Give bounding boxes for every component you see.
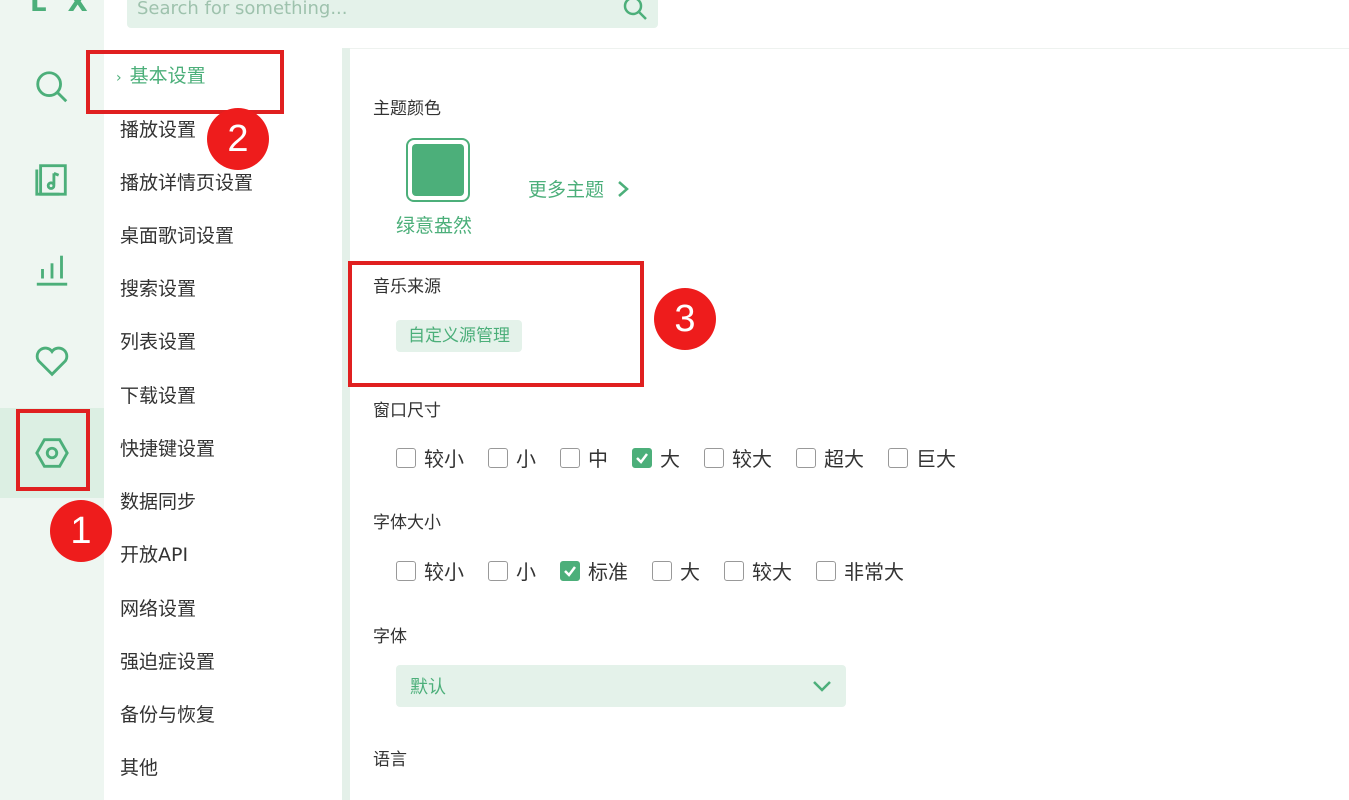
window-size-option[interactable]: 超大: [796, 443, 864, 472]
chevron-right-icon: [618, 180, 629, 197]
option-label: 大: [680, 560, 700, 584]
nav-scrollbar[interactable]: [342, 48, 350, 800]
theme-swatch-fill: [412, 144, 464, 196]
nav-item-play-detail[interactable]: 播放详情页设置: [120, 168, 253, 198]
search-input[interactable]: [137, 0, 622, 19]
checkbox[interactable]: [704, 447, 724, 468]
annotation-box-2: [86, 50, 284, 114]
checkbox[interactable]: [488, 447, 508, 468]
window-size-title: 窗口尺寸: [373, 401, 441, 421]
search-icon[interactable]: [622, 0, 648, 21]
window-size-option-selected[interactable]: 大: [632, 443, 680, 472]
option-label: 较小: [424, 560, 464, 584]
nav-item-list[interactable]: 列表设置: [120, 327, 196, 357]
option-label: 超大: [824, 447, 864, 471]
nav-item-sync[interactable]: 数据同步: [120, 487, 196, 517]
settings-content: 主题颜色 绿意盎然 更多主题 音乐来源 自定义源管理 窗口尺寸 较小 小 中 大…: [352, 48, 1349, 800]
nav-item-play[interactable]: 播放设置: [120, 115, 196, 145]
font-size-title: 字体大小: [373, 513, 441, 533]
window-size-option[interactable]: 小: [488, 443, 536, 472]
font-size-option[interactable]: 小: [488, 556, 536, 585]
checkbox[interactable]: [560, 447, 580, 468]
theme-name: 绿意盎然: [396, 215, 473, 237]
checkbox-checked[interactable]: [632, 447, 652, 468]
option-label: 小: [516, 560, 536, 584]
checkbox[interactable]: [816, 560, 836, 581]
search-icon: [36, 71, 68, 103]
nav-item-hotkey[interactable]: 快捷键设置: [120, 434, 215, 464]
search-bar: [127, 0, 658, 28]
checkbox[interactable]: [888, 447, 908, 468]
font-size-options: 较小 小 标准 大 较大 非常大: [396, 556, 928, 585]
window-size-option[interactable]: 较大: [704, 443, 772, 472]
rail-leaderboard-button[interactable]: [0, 224, 104, 314]
checkbox[interactable]: [396, 447, 416, 468]
more-themes-label: 更多主题: [528, 179, 605, 201]
checkbox[interactable]: [724, 560, 744, 581]
option-label: 小: [516, 447, 536, 471]
nav-item-search[interactable]: 搜索设置: [120, 274, 196, 304]
checkbox[interactable]: [396, 560, 416, 581]
window-size-option[interactable]: 巨大: [888, 443, 956, 472]
rail-songlist-button[interactable]: [0, 134, 104, 224]
check-icon: [636, 452, 648, 464]
theme-swatch-green[interactable]: [406, 138, 470, 202]
option-label: 大: [660, 447, 680, 471]
option-label: 较大: [752, 560, 792, 584]
nav-item-desktop-lyric[interactable]: 桌面歌词设置: [120, 221, 234, 251]
heart-icon: [35, 346, 69, 377]
font-size-option[interactable]: 较小: [396, 556, 464, 585]
annotation-badge-2: 2: [207, 108, 269, 170]
nav-item-open-api[interactable]: 开放API: [120, 540, 188, 570]
font-select-value: 默认: [410, 677, 446, 698]
option-label: 非常大: [844, 560, 904, 584]
font-size-option[interactable]: 大: [652, 556, 700, 585]
font-size-option[interactable]: 较大: [724, 556, 792, 585]
checkbox[interactable]: [652, 560, 672, 581]
option-label: 较大: [732, 447, 772, 471]
rail-love-button[interactable]: [0, 316, 104, 406]
window-size-options: 较小 小 中 大 较大 超大 巨大: [396, 443, 980, 472]
window-size-option[interactable]: 较小: [396, 443, 464, 472]
music-list-icon: [35, 164, 67, 196]
nav-item-download[interactable]: 下载设置: [120, 381, 196, 411]
font-title: 字体: [373, 627, 407, 647]
more-themes-link[interactable]: 更多主题: [528, 175, 630, 202]
option-label: 标准: [588, 560, 628, 584]
font-size-option-selected[interactable]: 标准: [560, 556, 628, 585]
check-icon: [564, 565, 576, 577]
checkbox-checked[interactable]: [560, 560, 580, 581]
annotation-box-1: [16, 409, 90, 491]
app-window: L X Search for something... › 基本设置 播放设置 …: [0, 0, 1349, 800]
icon-rail: L X: [0, 0, 104, 800]
checkbox[interactable]: [796, 447, 816, 468]
font-size-option[interactable]: 非常大: [816, 556, 904, 585]
bar-chart-icon: [36, 255, 68, 286]
annotation-badge-3: 3: [654, 288, 716, 350]
nav-item-backup[interactable]: 备份与恢复: [120, 700, 215, 730]
option-label: 较小: [424, 447, 464, 471]
theme-section-title: 主题颜色: [373, 99, 441, 119]
language-title: 语言: [373, 750, 407, 770]
annotation-badge-1: 1: [50, 500, 112, 562]
font-select[interactable]: 默认: [396, 665, 846, 707]
annotation-box-3: [348, 261, 644, 387]
nav-item-ocd[interactable]: 强迫症设置: [120, 647, 215, 677]
option-label: 巨大: [916, 447, 956, 471]
nav-item-network[interactable]: 网络设置: [120, 594, 196, 624]
window-size-option[interactable]: 中: [560, 443, 608, 472]
app-logo: L X: [30, 0, 94, 18]
chevron-down-icon: [813, 681, 831, 692]
option-label: 中: [588, 447, 608, 471]
nav-item-other[interactable]: 其他: [120, 753, 158, 783]
checkbox[interactable]: [488, 560, 508, 581]
